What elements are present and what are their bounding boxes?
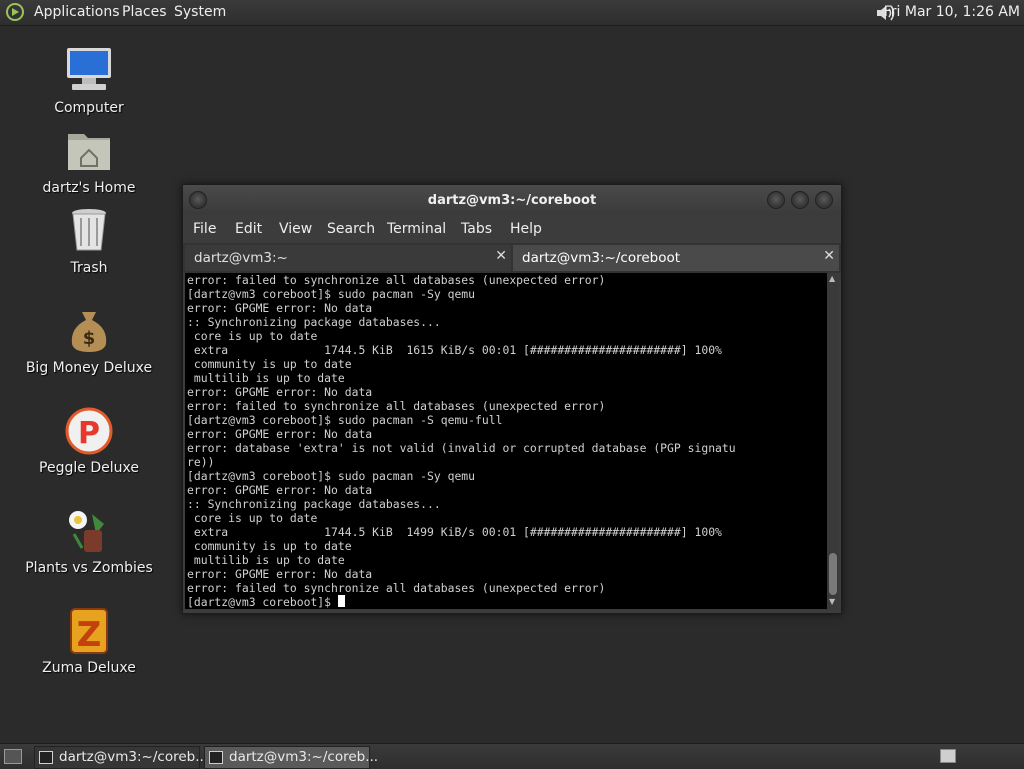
home-folder-icon [62,124,116,178]
tab-coreboot[interactable]: dartz@vm3:~/coreboot ✕ [513,245,839,271]
bottom-panel: dartz@vm3:~/coreb... dartz@vm3:~/coreb..… [0,743,1024,769]
terminal-line: error: failed to synchronize all databas… [187,273,606,287]
terminal-line: :: Synchronizing package databases... [187,315,441,329]
terminal-line: error: failed to synchronize all databas… [187,399,606,413]
terminal-line: re)) [187,455,215,469]
window-titlebar[interactable]: dartz@vm3:~/coreboot [183,185,841,215]
terminal-output[interactable]: error: failed to synchronize all databas… [185,273,827,609]
desktop-icon-home[interactable]: dartz's Home [24,124,154,196]
top-panel: Applications Places System Fri Mar 10, 1… [0,0,1024,26]
terminal-icon [39,751,53,764]
places-menu[interactable]: Places [122,4,167,20]
terminal-line: community is up to date [193,357,352,371]
tab-close-icon[interactable]: ✕ [823,248,835,264]
gnome-foot-icon[interactable] [6,3,26,25]
terminal-line: error: GPGME error: No data [187,385,373,399]
menu-tabs[interactable]: Tabs [461,221,492,237]
clock[interactable]: Fri Mar 10, 1:26 AM [884,4,1020,20]
terminal-line: core is up to date [193,329,318,343]
workspace-switcher[interactable] [940,749,956,763]
desktop-icon-peggle[interactable]: P Peggle Deluxe [24,404,154,476]
menu-edit[interactable]: Edit [235,221,262,237]
terminal-scrollbar[interactable]: ▲ ▼ [827,273,839,609]
terminal-line: error: GPGME error: No data [187,427,373,441]
desktop-icon-trash[interactable]: Trash [24,204,154,276]
menu-view[interactable]: View [279,221,312,237]
terminal-window: dartz@vm3:~/coreboot File Edit View Sear… [182,184,842,614]
applications-menu[interactable]: Applications [34,4,120,20]
terminal-line: [dartz@vm3 coreboot]$ sudo pacman -Sy qe… [187,287,476,301]
terminal-line: extra 1744.5 KiB 1615 KiB/s 00:01 [#####… [193,343,722,357]
terminal-line: error: database 'extra' is not valid (in… [187,441,736,455]
taskbar-item-active[interactable]: dartz@vm3:~/coreb... [204,746,378,769]
window-menubar: File Edit View Search Terminal Tabs Help [183,215,841,243]
terminal-line: community is up to date [193,539,352,553]
zuma-icon: Z [62,604,116,658]
peggle-icon: P [62,404,116,458]
scrollbar-thumb[interactable] [829,553,837,595]
maximize-button[interactable] [791,191,809,209]
terminal-line: error: GPGME error: No data [187,301,373,315]
terminal-line: multilib is up to date [193,371,345,385]
menu-file[interactable]: File [193,221,216,237]
tab-close-icon[interactable]: ✕ [495,248,507,264]
terminal-line: [dartz@vm3 coreboot]$ sudo pacman -Sy qe… [187,469,476,483]
terminal-line: error: GPGME error: No data [187,567,373,581]
system-menu[interactable]: System [174,4,226,20]
minimize-button[interactable] [767,191,785,209]
terminal-prompt: [dartz@vm3 coreboot]$ [187,595,338,609]
terminal-text: error: failed to synchronize all databas… [185,273,827,609]
computer-icon [62,44,116,98]
desktop-icon-plants-vs-zombies[interactable]: Plants vs Zombies [24,504,154,576]
desktop-icon-big-money[interactable]: $ Big Money Deluxe [24,304,154,376]
money-bag-icon: $ [62,304,116,358]
terminal-line: core is up to date [193,511,318,525]
menu-terminal[interactable]: Terminal [387,221,446,237]
menu-search[interactable]: Search [327,221,375,237]
tab-bar: dartz@vm3:~ ✕ dartz@vm3:~/coreboot ✕ [183,243,841,273]
desktop-icon-zuma[interactable]: Z Zuma Deluxe [24,604,154,676]
svg-text:Z: Z [77,615,102,655]
terminal-line: extra 1744.5 KiB 1499 KiB/s 00:01 [#####… [193,525,722,539]
scroll-up-icon[interactable]: ▲ [829,274,835,283]
scroll-down-icon[interactable]: ▼ [829,597,835,606]
terminal-icon [209,751,223,764]
terminal-line: :: Synchronizing package databases... [187,497,441,511]
desktop-icon-computer[interactable]: Computer [24,44,154,116]
close-button[interactable] [815,191,833,209]
plants-vs-zombies-icon [62,504,116,558]
show-desktop-icon[interactable] [4,749,22,764]
terminal-line: [dartz@vm3 coreboot]$ sudo pacman -S qem… [187,413,503,427]
terminal-line: error: failed to synchronize all databas… [187,581,606,595]
terminal-cursor [337,595,345,607]
terminal-line: error: GPGME error: No data [187,483,373,497]
svg-text:P: P [78,416,100,451]
terminal-line: multilib is up to date [193,553,345,567]
taskbar-item[interactable]: dartz@vm3:~/coreb... [34,746,208,769]
window-title: dartz@vm3:~/coreboot [427,193,597,208]
svg-text:$: $ [83,328,96,349]
menu-help[interactable]: Help [510,221,542,237]
tab-home[interactable]: dartz@vm3:~ ✕ [185,245,511,271]
trash-icon [62,204,116,258]
